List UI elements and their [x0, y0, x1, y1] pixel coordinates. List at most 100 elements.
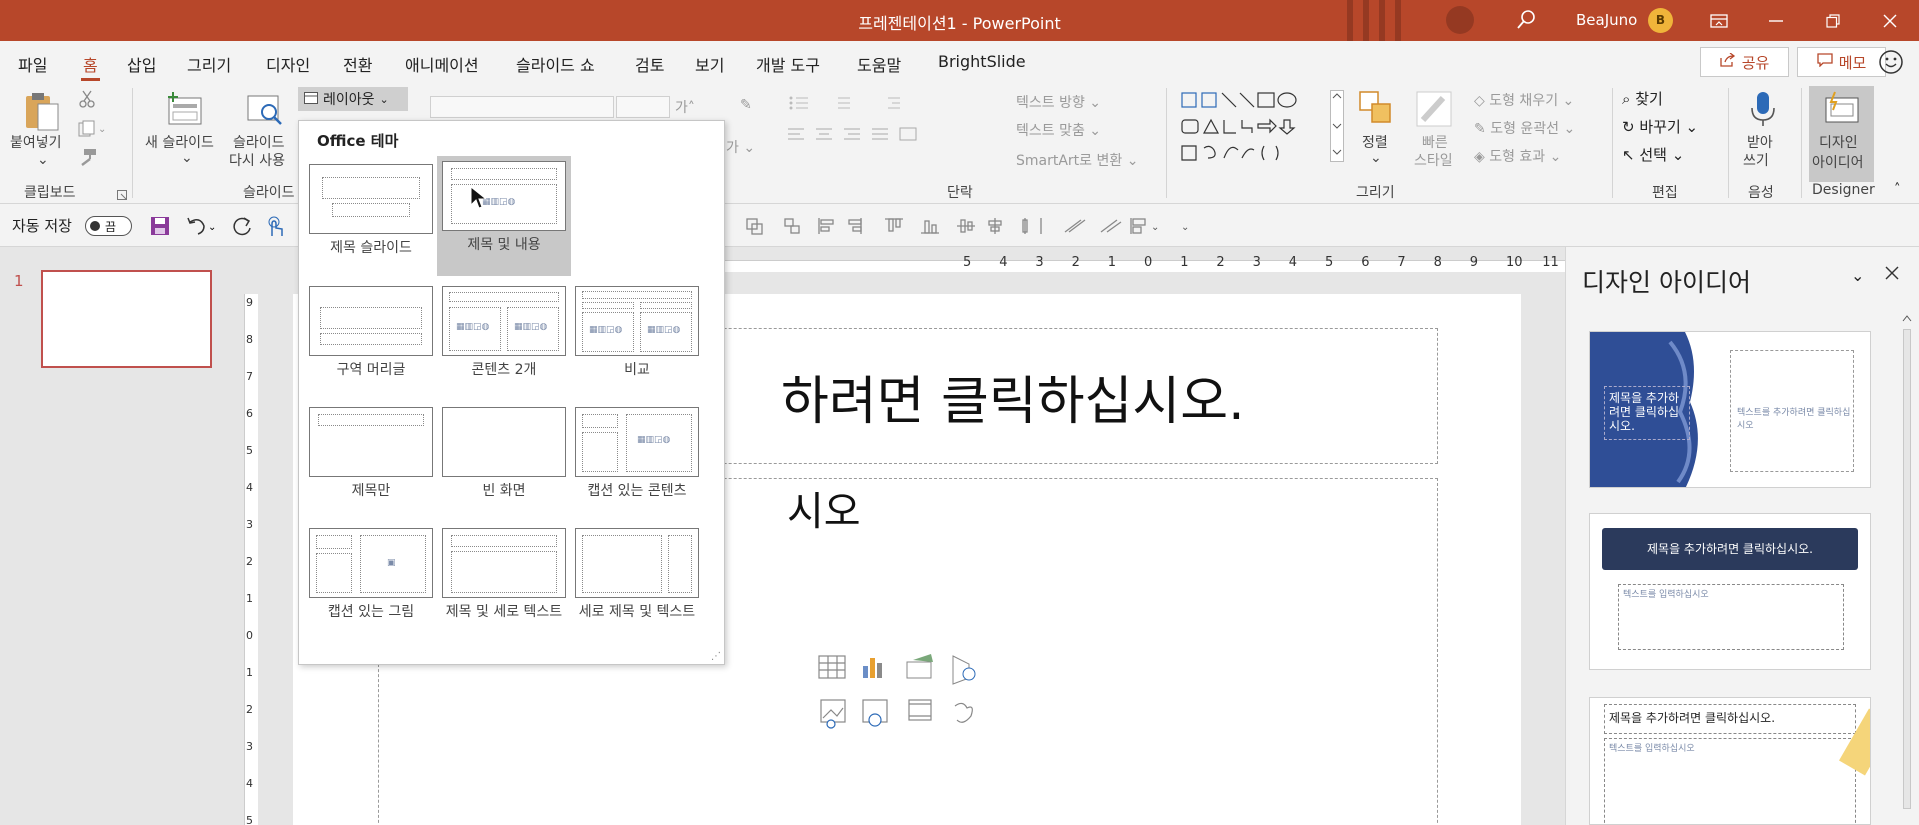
clipboard-launcher-icon[interactable]: [117, 186, 127, 204]
microphone-icon[interactable]: [1748, 90, 1778, 134]
avatar[interactable]: B: [1648, 8, 1673, 33]
pane-options-chevron-icon[interactable]: ⌄: [1851, 266, 1864, 285]
layout-section-header[interactable]: 구역 머리글: [304, 281, 438, 401]
smartart-button[interactable]: SmartArt로 변환 ⌄: [1016, 150, 1138, 170]
layout-title-vertical-text[interactable]: 제목 및 세로 텍스트: [437, 523, 571, 643]
reuse-slides-label-1[interactable]: 슬라이드: [233, 132, 285, 152]
quick-styles-label-2[interactable]: 스타일: [1414, 150, 1453, 170]
shape-outline-button[interactable]: ✎ 도형 윤곽선 ⌄: [1474, 118, 1575, 138]
shape-effect-button[interactable]: ◈ 도형 효과 ⌄: [1474, 146, 1561, 166]
share-button[interactable]: 공유: [1700, 47, 1789, 77]
layout-title-content[interactable]: ▦▥◲◍ 제목 및 내용: [437, 156, 571, 276]
resize-grip-icon[interactable]: ⋰: [711, 651, 721, 662]
paste-icon[interactable]: [22, 90, 60, 136]
font-size-combo[interactable]: [616, 96, 670, 118]
reuse-slides-label-2[interactable]: 다시 사용: [229, 150, 285, 170]
collapse-ribbon-icon[interactable]: ˄: [1894, 182, 1901, 197]
arrange-label[interactable]: 정렬: [1362, 132, 1388, 152]
quick-styles-label-1[interactable]: 빠른: [1422, 132, 1448, 152]
font-name-combo[interactable]: [430, 96, 614, 118]
design-idea-3[interactable]: 제목을 추가하려면 클릭하십시오. 텍스트를 입력하십시오: [1589, 697, 1871, 825]
clear-format-icon[interactable]: ✎: [740, 97, 752, 113]
quick-styles-icon[interactable]: [1415, 90, 1455, 134]
tab-help[interactable]: 도움말: [857, 52, 901, 76]
close-pane-icon[interactable]: [1884, 265, 1900, 285]
undo-icon[interactable]: ⌄: [186, 216, 216, 240]
design-idea-1[interactable]: 제목을 추가하려면 클릭하십시오. 텍스트를 추가하려면 클릭하십시오: [1589, 331, 1871, 488]
layout-comparison[interactable]: ▦▥◲◍ ▦▥◲◍ 비교: [570, 281, 704, 401]
tab-brightslide[interactable]: BrightSlide: [938, 52, 1026, 71]
text-align-button[interactable]: 텍스트 맞춤 ⌄: [1016, 120, 1101, 140]
select-button[interactable]: ↖ 선택 ⌄: [1622, 144, 1684, 165]
bullets-icon[interactable]: [788, 96, 908, 114]
cut-icon[interactable]: [78, 90, 96, 112]
grow-font-icon[interactable]: 가˄: [675, 97, 695, 117]
layout-vertical-title-text[interactable]: 세로 제목 및 텍스트: [570, 523, 704, 643]
dictate-label-2[interactable]: 쓰기: [1743, 150, 1769, 170]
dictate-label-1[interactable]: 받아: [1747, 132, 1773, 152]
format-painter-icon[interactable]: [78, 148, 98, 170]
menu-tabs: 파일 홈 삽입 그리기 디자인 전환 애니메이션 슬라이드 쇼 검토 보기 개발…: [0, 41, 1919, 82]
shape-fill-button[interactable]: ◇ 도형 채우기 ⌄: [1474, 90, 1574, 110]
align-icons[interactable]: [786, 127, 926, 145]
new-slide-icon[interactable]: [165, 90, 205, 134]
svg-text:⌄: ⌄: [208, 222, 216, 233]
layout-title-only[interactable]: 제목만: [304, 402, 438, 522]
paste-label[interactable]: 붙여넣기: [10, 132, 62, 152]
save-icon[interactable]: [150, 216, 170, 240]
paste-dropdown-chevron-icon[interactable]: ⌄: [37, 152, 49, 168]
autosave-toggle[interactable]: 끔: [85, 216, 132, 236]
arrange-icon[interactable]: [1358, 90, 1394, 130]
arrange-chevron-icon[interactable]: ⌄: [1370, 150, 1382, 166]
new-slide-label[interactable]: 새 슬라이드: [145, 132, 214, 152]
paragraph-group-label: 단락: [947, 185, 973, 201]
editing-group-label: 편집: [1652, 185, 1678, 201]
layout-picture-caption[interactable]: ▣ 캡션 있는 그림: [304, 523, 438, 643]
reuse-slides-icon[interactable]: [245, 90, 285, 134]
tab-transitions[interactable]: 전환: [343, 52, 372, 76]
design-pane-scrollbar[interactable]: [1900, 311, 1914, 825]
tab-design[interactable]: 디자인: [266, 52, 310, 76]
memo-button[interactable]: 메모: [1797, 47, 1886, 77]
new-slide-chevron-icon[interactable]: ⌄: [181, 150, 193, 166]
layout-blank[interactable]: 빈 화면: [437, 402, 571, 522]
find-button[interactable]: ⌕ 찾기: [1622, 88, 1663, 109]
feedback-smiley-icon[interactable]: [1878, 49, 1904, 75]
text-direction-button[interactable]: 텍스트 방향 ⌄: [1016, 92, 1101, 112]
tab-slideshow[interactable]: 슬라이드 쇼: [516, 52, 595, 76]
design-pane-title: 디자인 아이디어: [1582, 268, 1751, 297]
font-color-icon[interactable]: 가 ⌄: [726, 137, 755, 157]
layout-title-slide[interactable]: 제목 슬라이드: [304, 159, 438, 279]
shapes-scroll-icon[interactable]: [1330, 90, 1344, 166]
tab-home[interactable]: 홈: [81, 52, 100, 81]
layout-button[interactable]: 레이아웃 ⌄: [298, 87, 408, 111]
search-icon[interactable]: [1515, 9, 1537, 31]
tab-insert[interactable]: 삽입: [127, 52, 156, 76]
tab-review[interactable]: 검토: [635, 52, 664, 76]
layout-two-content[interactable]: ▦▥◲◍ ▦▥◲◍ 콘텐츠 2개: [437, 281, 571, 401]
preview-left-box: ▦▥◲◍: [582, 312, 634, 352]
preview-title-box: [668, 535, 692, 593]
scrollbar-thumb[interactable]: [1903, 329, 1911, 809]
ribbon-display-options-icon[interactable]: [1696, 0, 1742, 41]
tab-draw[interactable]: 그리기: [187, 52, 231, 76]
touch-mode-icon[interactable]: [264, 216, 286, 242]
tab-view[interactable]: 보기: [695, 52, 724, 76]
restore-icon[interactable]: [1810, 0, 1856, 41]
replace-button[interactable]: ↻ 바꾸기 ⌄: [1622, 116, 1698, 137]
design-ideas-button[interactable]: 디자인 아이디어: [1809, 86, 1874, 182]
close-icon[interactable]: [1867, 0, 1913, 41]
align-toolbar-icons[interactable]: ⌄ ⌄: [745, 216, 1195, 240]
slide-thumbnail[interactable]: [41, 270, 212, 368]
redo-icon[interactable]: [232, 216, 254, 240]
tab-animations[interactable]: 애니메이션: [405, 52, 479, 76]
tab-file[interactable]: 파일: [18, 52, 47, 76]
layout-content-caption[interactable]: ▦▥◲◍ 캡션 있는 콘텐츠: [570, 402, 704, 522]
copy-icon[interactable]: ⌄: [78, 120, 108, 142]
minimize-icon[interactable]: [1753, 0, 1799, 41]
shapes-gallery[interactable]: [1180, 90, 1330, 174]
design-idea-2[interactable]: 제목을 추가하려면 클릭하십시오. 텍스트를 입력하십시오: [1589, 513, 1871, 670]
user-name[interactable]: BeaJuno: [1576, 11, 1637, 29]
layout-label: 제목 및 내용: [467, 237, 541, 253]
tab-developer[interactable]: 개발 도구: [756, 52, 820, 76]
